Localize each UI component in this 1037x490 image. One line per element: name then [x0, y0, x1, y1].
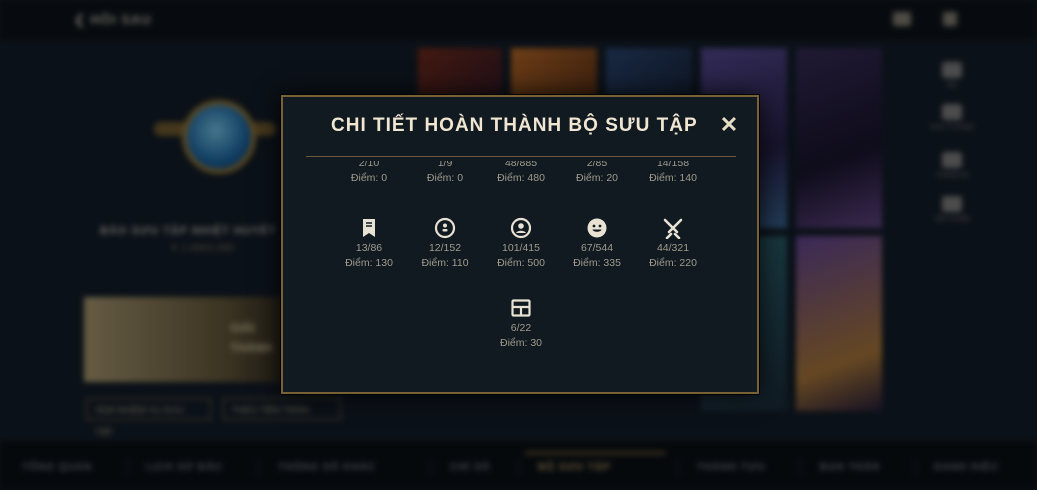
stat-count: 1/9	[437, 161, 453, 169]
rail-label: TRANG BỊ	[935, 172, 969, 179]
profile-emblem	[154, 92, 276, 182]
ward-frame-icon	[510, 297, 532, 319]
stat-cell-partial: 48/885 Điểm: 480	[483, 161, 559, 186]
stat-points: Điểm: 500	[497, 257, 545, 269]
back-label: HỒI SAU	[90, 12, 152, 27]
stat-points: Điểm: 480	[497, 172, 545, 184]
stat-cell-wards: 6/22 Điểm: 30	[483, 297, 559, 351]
mail-icon[interactable]	[893, 12, 911, 26]
skin-tile[interactable]	[418, 48, 502, 98]
stat-points: Điểm: 0	[350, 172, 388, 184]
stat-count: 67/544	[580, 242, 614, 254]
stat-count: 44/321	[656, 242, 690, 254]
collection-details-modal: CHI TIẾT HOÀN THÀNH BỘ SƯU TẬP ✕ 2/10 Đi…	[281, 95, 759, 394]
stat-points: Điểm: 20	[575, 172, 618, 184]
missions-button[interactable]: XEM NHIỆM VỤ SƯU TẬP	[86, 398, 211, 437]
stat-points: Điểm: 335	[573, 257, 621, 269]
stat-cell-champions: 44/321 Điểm: 220	[635, 217, 711, 271]
rail-label: VẬT PHẨM	[934, 216, 970, 223]
tab-achievements[interactable]: THÀNH TỰU	[697, 462, 765, 473]
stats-scroll-area[interactable]: 2/10 Điểm: 0 1/9 Điểm: 0 48/885 Điểm: 48…	[283, 161, 757, 386]
stat-count: 101/415	[502, 242, 540, 254]
tab-friends[interactable]: BẠN THÂN	[820, 462, 880, 473]
rail-icon[interactable]	[942, 196, 962, 212]
stat-cell-partial: 1/9 Điểm: 0	[407, 161, 483, 186]
stat-points: Điểm: 140	[649, 172, 697, 184]
tab-other-stats[interactable]: THÔNG SỐ KHÁC	[278, 462, 376, 473]
active-tab-indicator	[525, 452, 665, 454]
close-button[interactable]: ✕	[717, 113, 741, 137]
stat-count: 48/885	[504, 161, 538, 169]
banner-icon	[358, 217, 380, 239]
skin-tile[interactable]	[606, 48, 692, 98]
rail-icon[interactable]	[942, 104, 962, 120]
stat-cell-emotes: 12/152 Điểm: 110	[407, 217, 483, 271]
stat-points: Điểm: 30	[499, 337, 542, 349]
tab-overview[interactable]: TỔNG QUAN	[22, 462, 92, 473]
crossed-swords-icon	[662, 217, 684, 239]
stat-points: Điểm: 110	[421, 257, 469, 269]
smiley-icon	[586, 217, 608, 239]
stat-cell-stickers: 67/544 Điểm: 335	[559, 217, 635, 271]
stat-count: 14/158	[656, 161, 690, 169]
stat-cell-profile-icons: 101/415 Điểm: 500	[483, 217, 559, 271]
profile-sub: ✦ 1.000/1.000	[170, 243, 234, 254]
rail-label: SƯU TƯỚNG	[929, 124, 975, 131]
back-button[interactable]: ❮ HỒI SAU	[74, 12, 152, 28]
rail-icon[interactable]	[942, 152, 962, 168]
stat-count: 2/10	[358, 161, 380, 169]
profile-icon	[510, 217, 532, 239]
progress-button[interactable]: THEO TIẾN TRÌNH	[223, 398, 341, 420]
stat-count: 2/85	[586, 161, 608, 169]
skin-tile[interactable]	[796, 48, 882, 228]
modal-divider	[306, 156, 736, 157]
stat-count: 12/152	[428, 242, 462, 254]
banner-text: GIẢI THÀNH	[230, 318, 272, 358]
modal-title: CHI TIẾT HOÀN THÀNH BỘ SƯU TẬP	[331, 115, 698, 136]
stat-cell-partial: 2/10 Điểm: 0	[331, 161, 407, 186]
tab-stats[interactable]: CHỈ SỐ	[450, 462, 490, 473]
skin-tile[interactable]	[511, 48, 597, 98]
tab-match-history[interactable]: LỊCH SỬ ĐẤU	[146, 462, 223, 473]
tab-titles[interactable]: DANH HIỆU	[934, 462, 999, 473]
skin-tile[interactable]	[796, 236, 882, 411]
emote-icon	[434, 217, 456, 239]
stat-points: Điểm: 130	[345, 257, 393, 269]
rail-icon[interactable]	[942, 62, 962, 78]
profile-name: BẢO SƯU TẬP NHIỆT HUYẾT	[100, 225, 277, 237]
stat-cell-partial: 14/158 Điểm: 140	[635, 161, 711, 186]
stat-cell-banners: 13/86 Điểm: 130	[331, 217, 407, 271]
stat-cell-partial: 2/85 Điểm: 20	[559, 161, 635, 186]
rail-label: BỘ	[946, 82, 958, 89]
top-bar	[0, 0, 1037, 40]
stat-points: Điểm: 220	[649, 257, 697, 269]
friends-icon[interactable]	[943, 12, 957, 26]
stat-count: 6/22	[510, 322, 532, 334]
stat-count: 13/86	[355, 242, 383, 254]
stat-points: Điểm: 0	[426, 172, 464, 184]
banner-line-1: GIẢI	[230, 321, 255, 335]
banner-line-2: THÀNH	[230, 341, 272, 355]
tab-collection[interactable]: BỘ SƯU TẬP	[538, 462, 611, 473]
